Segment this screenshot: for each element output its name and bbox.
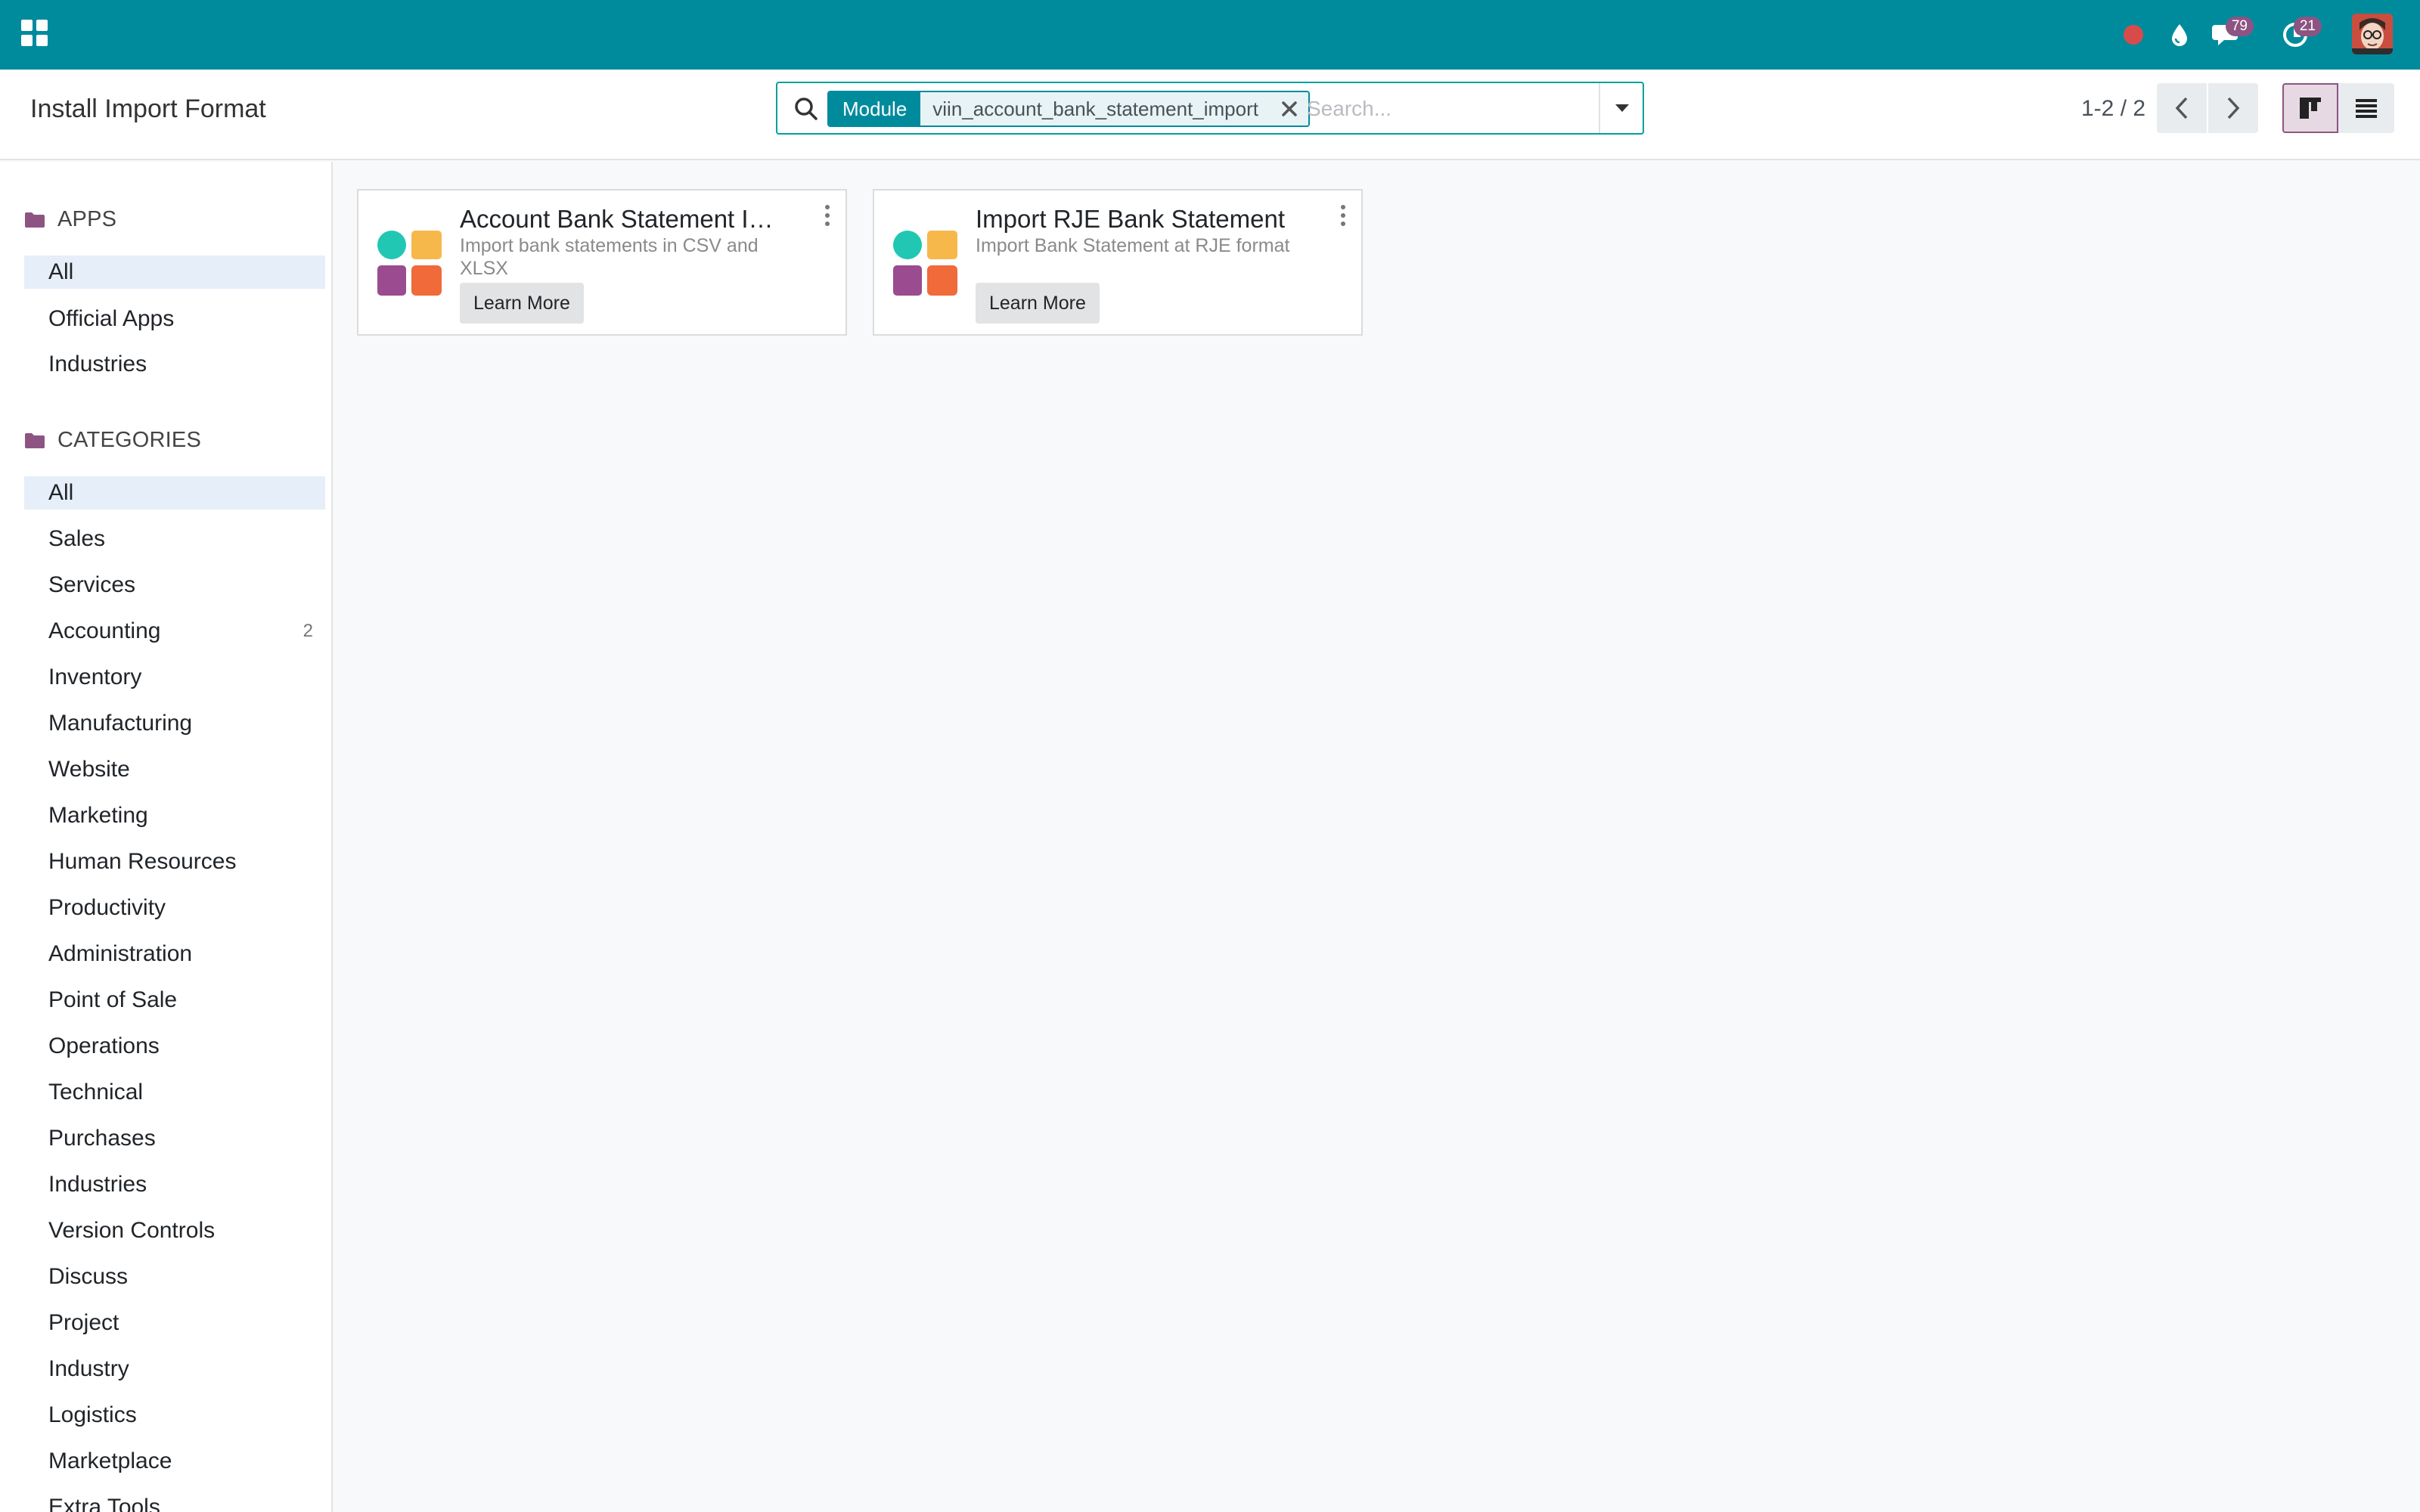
pager-value[interactable]: 1-2 / 2 — [2081, 91, 2145, 127]
sidebar-item-label: Website — [48, 757, 130, 782]
messages-count-badge: 79 — [2225, 17, 2254, 36]
close-icon[interactable] — [1270, 92, 1308, 125]
sidebar-item-manufacturing[interactable]: Manufacturing — [24, 707, 325, 740]
sidebar-item-logistics[interactable]: Logistics — [24, 1399, 325, 1432]
apps-grid-icon[interactable] — [21, 20, 48, 47]
sidebar-item-apps-all[interactable]: All — [24, 256, 325, 289]
sidebar-item-industry[interactable]: Industry — [24, 1352, 325, 1386]
module-card[interactable]: Account Bank Statement Import Import ban… — [357, 189, 847, 336]
kebab-menu-icon[interactable] — [1336, 203, 1351, 228]
record-dot-icon[interactable] — [2122, 17, 2145, 53]
clock-icon[interactable]: 21 — [2276, 17, 2322, 53]
sidebar-item-label: All — [48, 259, 74, 284]
sidebar-item-official-apps[interactable]: Official Apps — [24, 302, 325, 336]
sidebar-item-label: Point of Sale — [48, 987, 178, 1012]
sidebar-item-categories-all[interactable]: All — [24, 476, 325, 510]
sidebar-item-label: Discuss — [48, 1264, 129, 1289]
sidebar-item-label: Services — [48, 572, 136, 597]
facet-value: viin_account_bank_statement_import — [920, 92, 1270, 125]
sidebar-item-human-resources[interactable]: Human Resources — [24, 845, 325, 878]
sidebar-item-label: Purchases — [48, 1126, 156, 1151]
categories-heading: CATEGORIES — [57, 428, 201, 452]
sidebar-item-website[interactable]: Website — [24, 753, 325, 786]
sidebar-item-sales[interactable]: Sales — [24, 522, 325, 556]
sidebar-item-services[interactable]: Services — [24, 569, 325, 602]
folder-icon — [25, 432, 45, 448]
module-card[interactable]: Import RJE Bank Statement Import Bank St… — [873, 189, 1363, 336]
chevron-left-icon[interactable] — [2157, 83, 2207, 133]
sidebar-item-administration[interactable]: Administration — [24, 937, 325, 971]
caret-down-icon[interactable] — [1599, 83, 1644, 133]
activities-count-badge: 21 — [2293, 17, 2322, 36]
sidebar-item-label: Logistics — [48, 1402, 137, 1427]
sidebar-item-label: Operations — [48, 1033, 160, 1058]
sidebar-item-accounting[interactable]: Accounting 2 — [24, 615, 325, 648]
search-icon — [793, 95, 820, 122]
sidebar-item-label: Project — [48, 1310, 119, 1335]
module-description: Import Bank Statement at RJE format — [976, 235, 1290, 256]
kanban-view-icon[interactable] — [2282, 83, 2338, 133]
categories-section-heading: CATEGORIES — [24, 428, 201, 453]
learn-more-button[interactable]: Learn More — [976, 283, 1100, 324]
sidebar-item-marketing[interactable]: Marketing — [24, 799, 325, 832]
sidebar-item-label: Marketing — [48, 803, 148, 828]
sidebar-item-operations[interactable]: Operations — [24, 1030, 325, 1063]
module-description: Import bank statements in CSV and XLSX — [460, 235, 759, 279]
sidebar-item-marketplace[interactable]: Marketplace — [24, 1445, 325, 1478]
search-facet: Module viin_account_bank_statement_impor… — [827, 91, 1310, 127]
sidebar-item-label: Industries — [48, 1172, 147, 1197]
sidebar-item-label: Manufacturing — [48, 711, 193, 736]
sidebar-item-version-controls[interactable]: Version Controls — [24, 1214, 325, 1247]
learn-more-button[interactable]: Learn More — [460, 283, 584, 324]
sidebar-item-label: Accounting — [48, 618, 161, 643]
sidebar-item-label: Industries — [48, 352, 147, 376]
sidebar-item-label: Marketplace — [48, 1448, 172, 1473]
search-bar[interactable]: Module viin_account_bank_statement_impor… — [776, 82, 1644, 135]
kebab-menu-icon[interactable] — [820, 203, 835, 228]
sidebar-item-label: Inventory — [48, 665, 142, 689]
sidebar-item-discuss[interactable]: Discuss — [24, 1260, 325, 1294]
page-title: Install Import Format — [30, 94, 266, 123]
sidebar-item-label: All — [48, 480, 74, 505]
apps-section-heading: APPS — [24, 207, 116, 232]
sidebar-item-label: Technical — [48, 1080, 144, 1105]
sidebar-item-label: Administration — [48, 941, 193, 966]
sidebar-item-label: Version Controls — [48, 1218, 216, 1243]
sidebar-item-label: Extra Tools — [48, 1495, 160, 1512]
user-avatar[interactable] — [2352, 14, 2393, 54]
module-title: Import RJE Bank Statement — [976, 205, 1286, 233]
sidebar-item-label: Sales — [48, 526, 106, 551]
list-view-icon[interactable] — [2338, 83, 2394, 133]
sidebar-item-purchases[interactable]: Purchases — [24, 1122, 325, 1155]
category-count: 2 — [302, 621, 313, 641]
module-title: Account Bank Statement Import — [460, 205, 777, 233]
sidebar-item-project[interactable]: Project — [24, 1306, 325, 1340]
sidebar-item-technical[interactable]: Technical — [24, 1076, 325, 1109]
sidebar-item-label: Industry — [48, 1356, 129, 1381]
search-input[interactable] — [1307, 91, 1609, 127]
sidebar-item-label: Official Apps — [48, 306, 175, 331]
top-navbar: 79 21 — [0, 0, 2420, 70]
drop-icon[interactable] — [2166, 17, 2193, 53]
sidebar-item-point-of-sale[interactable]: Point of Sale — [24, 984, 325, 1017]
sidebar-item-label: Human Resources — [48, 849, 237, 874]
sidebar-item-label: Productivity — [48, 895, 166, 920]
sidebar-item-inventory[interactable]: Inventory — [24, 661, 325, 694]
module-logo-icon — [893, 231, 957, 296]
module-logo-icon — [377, 231, 442, 296]
folder-icon — [25, 212, 45, 228]
chat-icon[interactable]: 79 — [2208, 17, 2254, 53]
sidebar-item-extra-tools[interactable]: Extra Tools — [24, 1491, 325, 1512]
facet-label: Module — [829, 92, 921, 125]
apps-heading: APPS — [57, 207, 117, 231]
chevron-right-icon[interactable] — [2208, 83, 2258, 133]
control-panel: Install Import Format Module viin_accoun… — [0, 70, 2420, 160]
sidebar-item-industries[interactable]: Industries — [24, 1168, 325, 1201]
sidebar-item-industries[interactable]: Industries — [24, 348, 325, 381]
sidebar-item-productivity[interactable]: Productivity — [24, 891, 325, 925]
sidebar: APPS All Official Apps Industries CATEGO… — [0, 162, 333, 1512]
